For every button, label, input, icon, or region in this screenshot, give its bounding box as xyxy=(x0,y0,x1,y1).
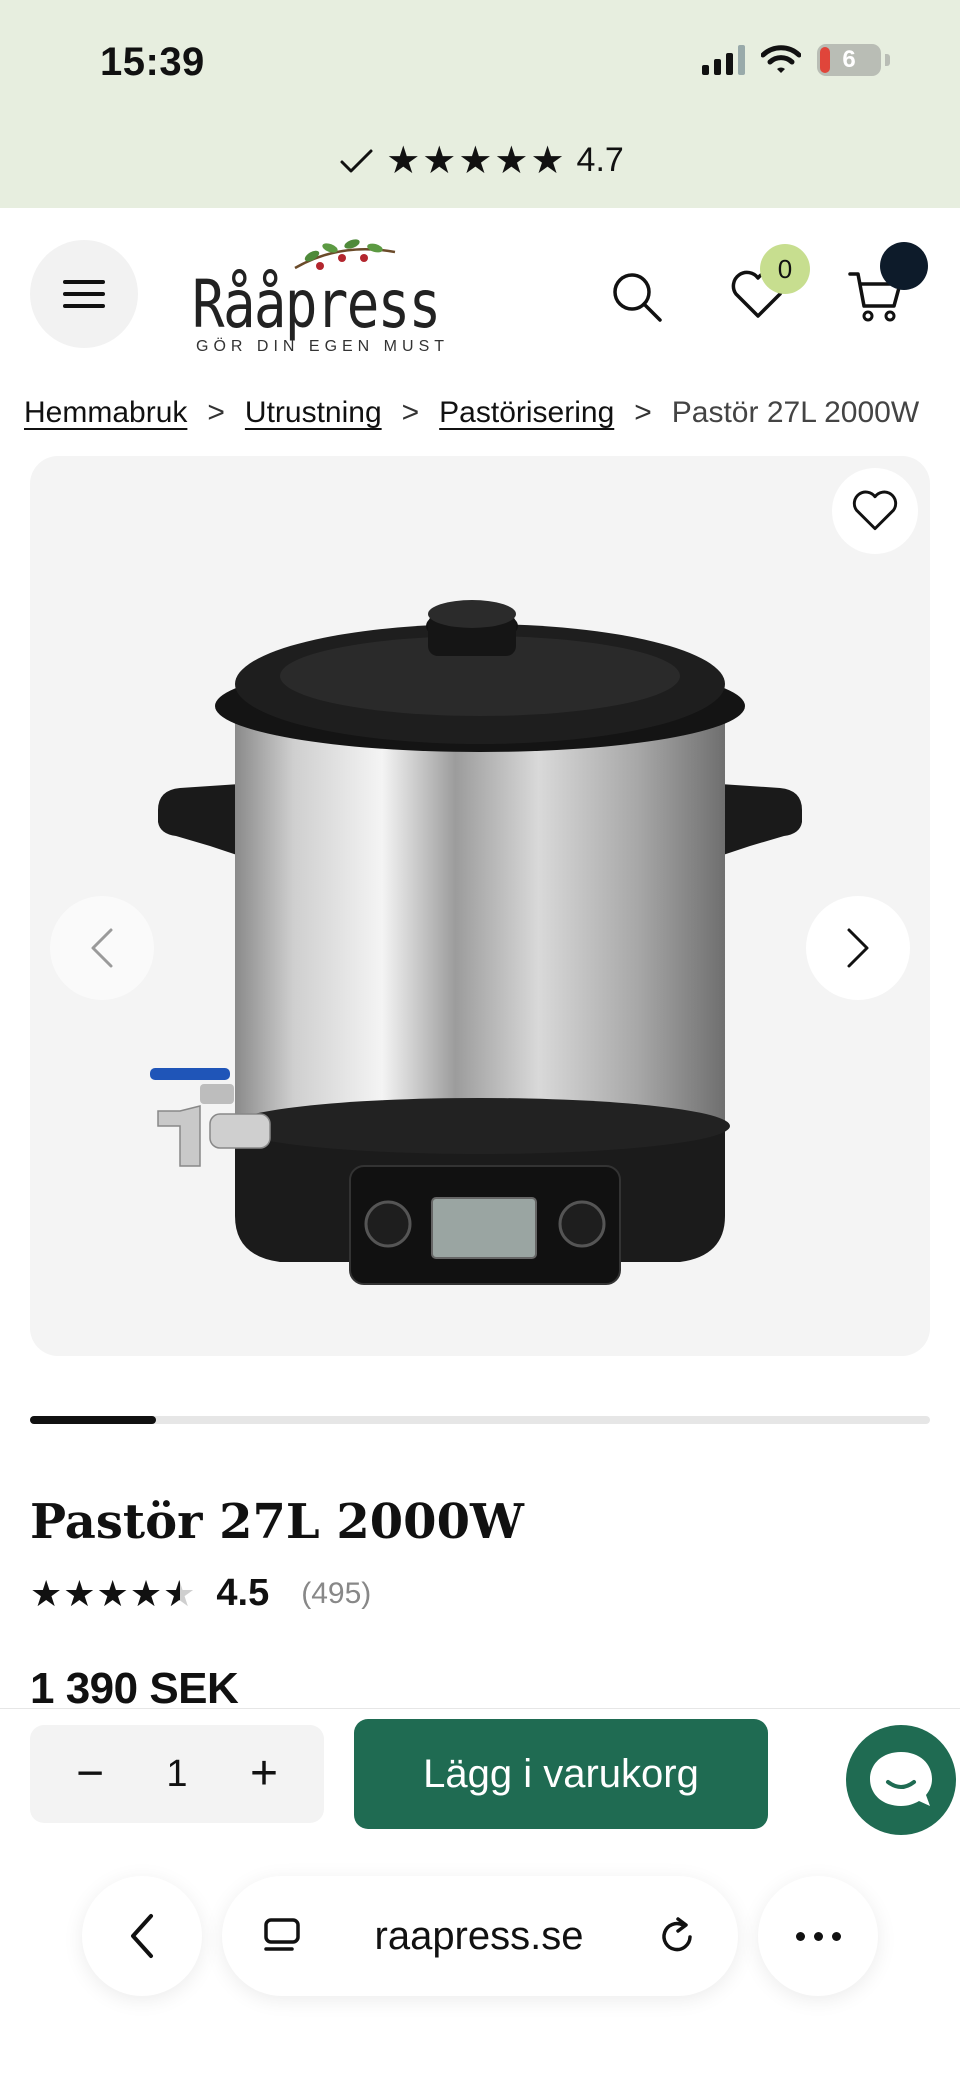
rating-stars: ★★★★★ ★★★★★ xyxy=(30,1572,197,1614)
tab-overview-icon[interactable] xyxy=(262,1916,302,1956)
address-bar[interactable]: raapress.se xyxy=(222,1876,738,1996)
breadcrumb-separator: > xyxy=(401,396,420,429)
chat-bubble-icon xyxy=(870,1752,932,1806)
review-count[interactable]: (495) xyxy=(301,1577,371,1611)
quantity-increase-button[interactable]: + xyxy=(244,1750,284,1798)
cart-badge xyxy=(880,242,928,290)
product-image[interactable] xyxy=(140,526,820,1306)
trust-stars: ★★★★★ xyxy=(386,140,567,182)
browser-toolbar: raapress.se xyxy=(0,1860,960,2078)
heart-icon xyxy=(852,490,898,531)
quantity-decrease-button[interactable]: − xyxy=(70,1750,110,1798)
product-rating[interactable]: ★★★★★ ★★★★★ 4.5 (495) xyxy=(30,1572,371,1615)
breadcrumb-link-hemmabruk[interactable]: Hemmabruk xyxy=(24,396,187,430)
battery-level-text: 6 xyxy=(842,46,856,73)
gallery-next-button[interactable] xyxy=(806,896,910,1000)
product-gallery[interactable] xyxy=(30,456,930,1356)
wifi-icon xyxy=(761,45,801,75)
logo[interactable]: Rååpress GÖR DIN EGEN MUST xyxy=(190,238,450,358)
battery-cap xyxy=(885,54,890,66)
checkmark-icon xyxy=(340,149,373,172)
battery-icon: 6 xyxy=(817,44,881,76)
site-header: Rååpress GÖR DIN EGEN MUST 0 xyxy=(0,208,960,378)
wishlist-count-badge: 0 xyxy=(760,244,810,294)
chevron-left-icon xyxy=(91,928,113,968)
more-dots-icon xyxy=(795,1931,805,1941)
breadcrumb-link-utrustning[interactable]: Utrustning xyxy=(245,396,382,430)
breadcrumb-link-pastorisering[interactable]: Pastörisering xyxy=(439,396,614,430)
signal-icon xyxy=(702,45,745,75)
reload-icon[interactable] xyxy=(656,1915,698,1957)
add-to-cart-button[interactable]: Lägg i varukorg xyxy=(354,1719,768,1829)
status-time: 15:39 xyxy=(100,40,205,84)
url-text[interactable]: raapress.se xyxy=(302,1914,656,1959)
quantity-stepper: − 1 + xyxy=(30,1725,324,1823)
breadcrumb-separator: > xyxy=(634,396,652,429)
browser-back-button[interactable] xyxy=(82,1876,202,1996)
breadcrumb-current: Pastör 27L 2000W xyxy=(671,396,920,429)
logo-tagline: GÖR DIN EGEN MUST xyxy=(196,338,450,355)
hamburger-icon xyxy=(63,280,105,284)
trust-score: 4.7 xyxy=(576,141,624,179)
gallery-progress xyxy=(30,1416,930,1424)
gallery-prev-button[interactable] xyxy=(50,896,154,1000)
quantity-value[interactable]: 1 xyxy=(166,1753,187,1796)
menu-button[interactable] xyxy=(30,240,138,348)
gallery-progress-fill xyxy=(30,1416,156,1424)
rating-value: 4.5 xyxy=(216,1572,270,1614)
search-icon[interactable] xyxy=(610,270,664,324)
logo-text: Rååpress xyxy=(192,266,441,343)
chevron-right-icon xyxy=(847,928,869,968)
breadcrumb-separator: > xyxy=(207,396,225,429)
chevron-left-icon xyxy=(131,1914,153,1958)
browser-more-button[interactable] xyxy=(758,1876,878,1996)
product-price: 1 390 SEK xyxy=(30,1664,239,1713)
top-band: 15:39 6 ★★★★★ 4.7 xyxy=(0,0,960,208)
trust-rating[interactable]: ★★★★★ 4.7 xyxy=(0,138,960,183)
product-title: Pastör 27L 2000W xyxy=(30,1494,524,1550)
chat-button[interactable] xyxy=(846,1725,956,1835)
favorite-button[interactable] xyxy=(832,468,918,554)
status-icons: 6 xyxy=(702,44,890,76)
breadcrumb: Hemmabruk > Utrustning > Pastörisering >… xyxy=(24,396,924,430)
